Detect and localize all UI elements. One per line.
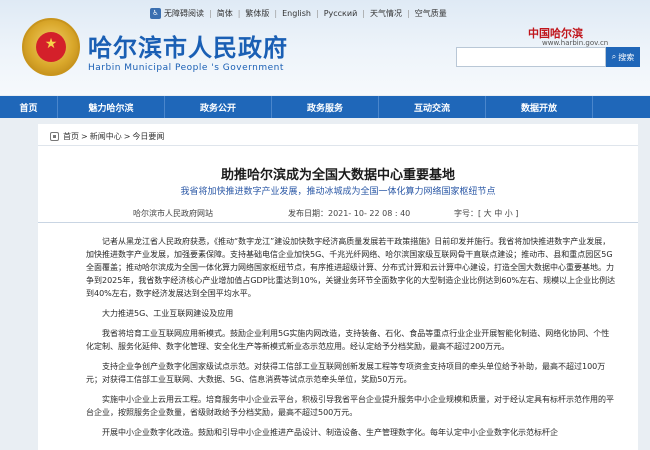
nav-home[interactable]: 首页 bbox=[0, 96, 58, 118]
article-paragraph: 实施中小企业上云用云工程。培育服务中小企业云平台，积极引导我省平台企业提升服务中… bbox=[86, 395, 614, 417]
main-nav: 首页 魅力哈尔滨 政务公开 政务服务 互动交流 数据开放 bbox=[0, 96, 650, 118]
topbar-separator: | bbox=[316, 8, 319, 18]
search-icon: ⌕ bbox=[611, 52, 617, 61]
breadcrumb-separator: > bbox=[81, 132, 88, 141]
article-paragraph: 记者从黑龙江省人民政府获悉，《推动“数字龙江”建设加快数字经济高质量发展若干政策… bbox=[86, 237, 616, 298]
site-header: ♿ 无障碍阅读 | 简体 | 繁体版 | English | Русский |… bbox=[0, 0, 650, 95]
nav-charm-harbin[interactable]: 魅力哈尔滨 bbox=[58, 96, 165, 118]
accessibility-icon: ♿ bbox=[150, 7, 161, 19]
article-section-heading: 大力推进5G、工业互联网建设及应用 bbox=[102, 309, 234, 318]
english-link[interactable]: English bbox=[282, 9, 311, 18]
search-button[interactable]: ⌕ 搜索 bbox=[606, 47, 640, 67]
search-input[interactable] bbox=[457, 51, 605, 70]
search-button-label: 搜索 bbox=[618, 52, 635, 62]
breadcrumb-news-center[interactable]: 新闻中心 bbox=[90, 131, 122, 142]
article-body: 记者从黑龙江省人民政府获悉，《推动“数字龙江”建设加快数字经济高质量发展若干政策… bbox=[86, 235, 616, 446]
top-utility-bar: ♿ 无障碍阅读 | 简体 | 繁体版 | English | Русский |… bbox=[150, 4, 447, 22]
emblem-star: ★ bbox=[44, 36, 58, 52]
publish-time: 2021- 10- 22 08 : 40 bbox=[328, 209, 411, 218]
topbar-separator: | bbox=[209, 8, 212, 18]
site-title[interactable]: 哈尔滨市人民政府 bbox=[88, 28, 288, 63]
divider bbox=[38, 222, 638, 223]
national-emblem-icon: ★ bbox=[22, 18, 80, 76]
russian-link[interactable]: Русский bbox=[324, 9, 358, 18]
weather-link[interactable]: 天气情况 bbox=[370, 8, 402, 19]
publish-label: 发布日期： bbox=[288, 209, 328, 218]
breadcrumb-today-news[interactable]: 今日要闻 bbox=[132, 131, 164, 142]
site-url: www.harbin.gov.cn bbox=[542, 39, 609, 47]
article-title: 助推哈尔滨成为全国大数据中心重要基地 bbox=[220, 168, 455, 183]
air-quality-link[interactable]: 空气质量 bbox=[415, 8, 447, 19]
breadcrumb-separator: > bbox=[123, 132, 131, 141]
breadcrumb: 首页 > 新闻中心 > 今日要闻 bbox=[50, 131, 164, 142]
accessibility-link[interactable]: 无障碍阅读 bbox=[164, 8, 204, 19]
topbar-separator: | bbox=[237, 8, 241, 18]
nav-interaction[interactable]: 互动交流 bbox=[379, 96, 486, 118]
topbar-separator: | bbox=[274, 8, 278, 18]
article-subtitle: 我省将加快推进数字产业发展，推动冰城成为全国一体化算力网络国家枢纽节点 bbox=[180, 187, 496, 197]
divider bbox=[38, 145, 638, 146]
breadcrumb-home[interactable]: 首页 bbox=[63, 131, 79, 142]
home-icon bbox=[50, 132, 59, 141]
publish-date: 发布日期：2021- 10- 22 08 : 40 bbox=[288, 208, 410, 219]
topbar-separator: | bbox=[362, 8, 365, 18]
article-paragraph: 我省将培育工业互联网应用新模式。鼓励企业利用5G实施内网改造，支持装备、石化、食… bbox=[86, 329, 610, 351]
nav-government-services[interactable]: 政务服务 bbox=[272, 96, 379, 118]
article-panel: 首页 > 新闻中心 > 今日要闻 助推哈尔滨成为全国大数据中心重要基地 我省将加… bbox=[38, 124, 638, 450]
article-paragraph: 支持企业争创产业数字化国家级试点示范。对获得工信部工业互联网创新发展工程等专项资… bbox=[86, 362, 606, 384]
nav-open-data[interactable]: 数据开放 bbox=[486, 96, 593, 118]
nav-government-affairs[interactable]: 政务公开 bbox=[165, 96, 272, 118]
search-field[interactable] bbox=[456, 47, 606, 70]
traditional-link[interactable]: 繁体版 bbox=[245, 8, 269, 19]
article-meta: 哈尔滨市人民政府网站 发布日期：2021- 10- 22 08 : 40 字号：… bbox=[38, 208, 638, 218]
article-paragraph: 开展中小企业数字化改造。鼓励和引导中小企业推进产品设计、制造设备、生产管理数字化… bbox=[102, 428, 558, 437]
topbar-separator: | bbox=[407, 8, 410, 18]
article-source: 哈尔滨市人民政府网站 bbox=[133, 209, 213, 218]
site-subtitle: Harbin Municipal People 's Government bbox=[88, 63, 284, 73]
font-size-switcher[interactable]: 字号：[ 大 中 小 ] bbox=[454, 208, 518, 219]
simplified-link[interactable]: 简体 bbox=[217, 8, 233, 19]
